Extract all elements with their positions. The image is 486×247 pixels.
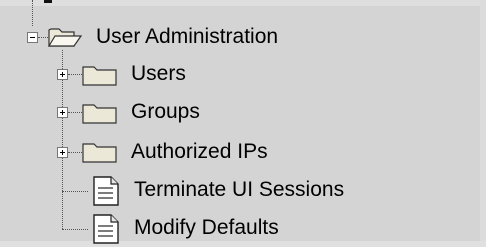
- folder-open-icon: [48, 28, 82, 47]
- node-label: Terminate UI Sessions: [134, 178, 345, 201]
- node-label: Modify Defaults: [134, 216, 279, 239]
- panel-border-right: [480, 0, 486, 247]
- node-label: User Administration: [96, 25, 279, 48]
- document-icon: [93, 214, 119, 244]
- panel-border-bottom: [0, 241, 486, 247]
- folder-icon: [82, 143, 117, 163]
- tree-line-modify-defaults: [62, 229, 88, 230]
- tree-line-root-upper: [32, 0, 33, 26]
- tree-line-groups: [68, 112, 82, 113]
- node-label: Groups: [131, 100, 200, 123]
- expand-toggle[interactable]: [57, 107, 68, 118]
- collapse-toggle[interactable]: [27, 32, 38, 43]
- expand-toggle[interactable]: [57, 147, 68, 158]
- tree-line-users: [68, 74, 82, 75]
- node-label: Users: [131, 62, 186, 85]
- minus-icon: [30, 37, 35, 38]
- node-label: Authorized IPs: [131, 140, 268, 163]
- folder-icon: [82, 66, 117, 86]
- folder-icon: [82, 104, 117, 124]
- tree-line-terminate-sessions: [62, 191, 88, 192]
- document-icon: [93, 176, 119, 206]
- parent-node-stub: [44, 0, 52, 3]
- tree-line-authorized-ips: [68, 152, 82, 153]
- tree-panel: User Administration Users Groups Authori…: [0, 0, 486, 247]
- expand-toggle[interactable]: [57, 69, 68, 80]
- panel-border-top: [0, 0, 486, 6]
